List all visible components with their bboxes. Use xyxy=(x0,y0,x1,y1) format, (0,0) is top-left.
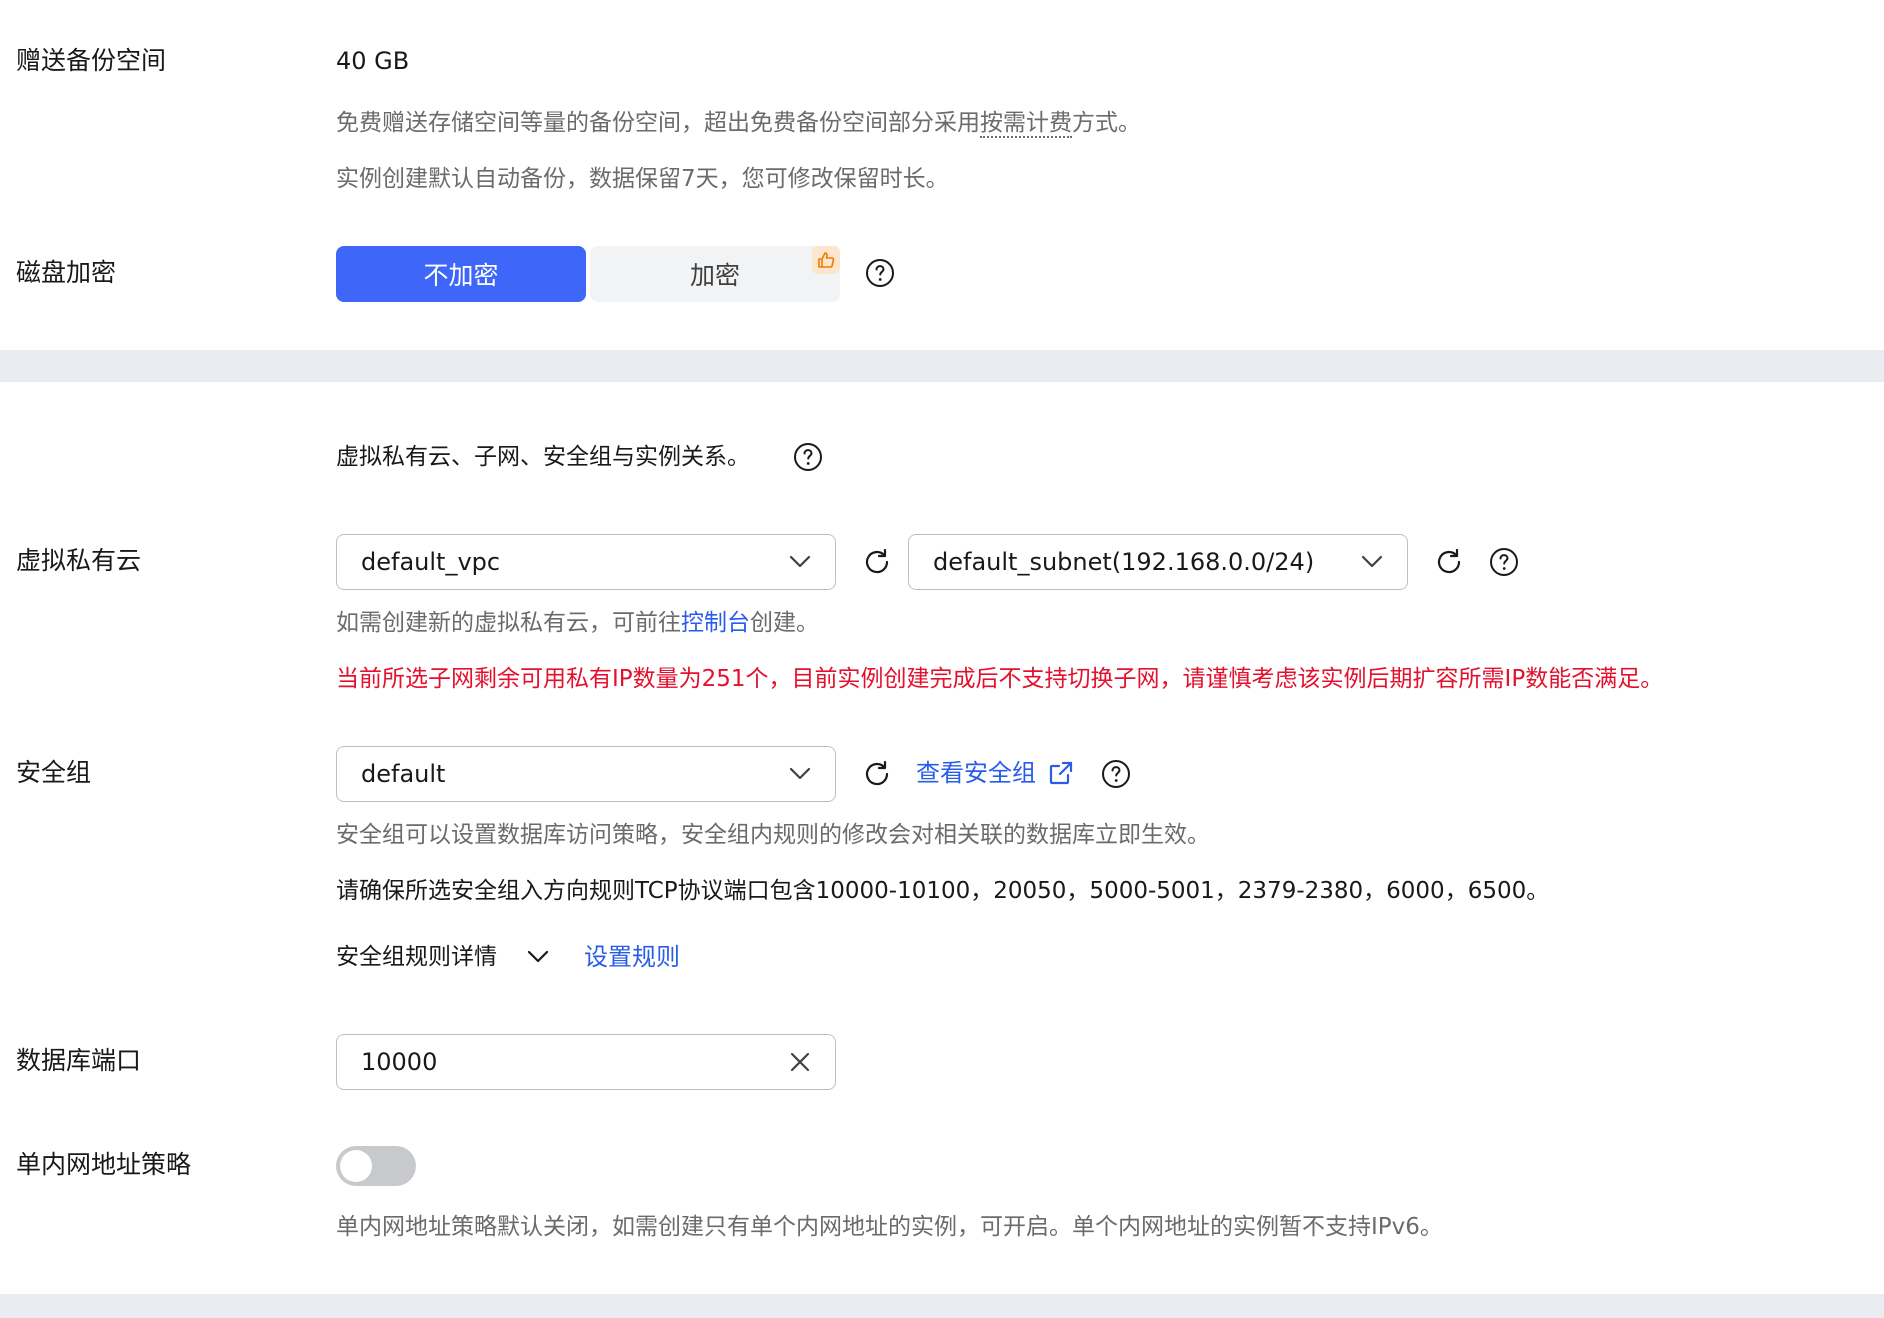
section-divider xyxy=(0,1294,1884,1318)
no-encryption-option[interactable]: 不加密 xyxy=(336,246,586,302)
backup-retention-hint: 实例创建默认自动备份，数据保留7天，您可修改保留时长。 xyxy=(336,166,949,192)
clear-icon[interactable] xyxy=(789,1051,811,1073)
vpc-create-hint: 如需创建新的虚拟私有云，可前往控制台创建。 xyxy=(336,610,819,636)
backup-billing-hint: 免费赠送存储空间等量的备份空间，超出免费备份空间部分采用按需计费方式。 xyxy=(336,110,1141,138)
section-divider xyxy=(0,350,1884,382)
set-rules-link[interactable]: 设置规则 xyxy=(584,942,680,972)
security-group-rules-detail-toggle[interactable]: 安全组规则详情 xyxy=(336,942,549,972)
rules-detail-text: 安全组规则详情 xyxy=(336,944,497,970)
view-security-group-link[interactable]: 查看安全组 xyxy=(916,758,1074,788)
chevron-down-icon xyxy=(789,767,811,781)
refresh-icon[interactable] xyxy=(1433,546,1465,578)
single-ip-hint: 单内网地址策略默认关闭，如需创建只有单个内网地址的实例，可开启。单个内网地址的实… xyxy=(336,1214,1443,1240)
security-group-select[interactable]: default xyxy=(336,746,836,802)
security-group-hint: 安全组可以设置数据库访问策略，安全组内规则的修改会对相关联的数据库立即生效。 xyxy=(336,822,1210,848)
subnet-select-value: default_subnet(192.168.0.0/24) xyxy=(933,548,1315,576)
refresh-icon[interactable] xyxy=(861,758,893,790)
encryption-option[interactable]: 加密 xyxy=(590,246,840,302)
thumbs-up-icon xyxy=(812,246,840,274)
db-port-label: 数据库端口 xyxy=(16,1046,142,1075)
help-icon[interactable] xyxy=(1489,547,1519,577)
external-link-icon xyxy=(1048,760,1074,786)
backup-space-label: 赠送备份空间 xyxy=(16,46,167,75)
refresh-icon[interactable] xyxy=(861,546,893,578)
help-icon[interactable] xyxy=(793,442,823,472)
chevron-down-icon xyxy=(789,555,811,569)
help-icon[interactable] xyxy=(865,258,895,288)
backup-space-value: 40 GB xyxy=(336,47,410,75)
subnet-select[interactable]: default_subnet(192.168.0.0/24) xyxy=(908,534,1408,590)
security-group-label: 安全组 xyxy=(16,758,92,787)
vpc-relation-text: 虚拟私有云、子网、安全组与实例关系。 xyxy=(336,444,750,470)
view-security-group-text: 查看安全组 xyxy=(916,759,1036,787)
ip-warning-text: 当前所选子网剩余可用私有IP数量为251个，目前实例创建完成后不支持切换子网，请… xyxy=(336,666,1664,692)
chevron-down-icon xyxy=(527,950,549,964)
on-demand-billing-link[interactable]: 按需计费 xyxy=(980,110,1072,138)
disk-encryption-label: 磁盘加密 xyxy=(16,258,117,287)
chevron-down-icon xyxy=(1361,555,1383,569)
vpc-select[interactable]: default_vpc xyxy=(336,534,836,590)
toggle-knob xyxy=(340,1150,372,1182)
db-port-input[interactable]: 10000 xyxy=(336,1034,836,1090)
vpc-select-value: default_vpc xyxy=(361,548,501,576)
vpc-label: 虚拟私有云 xyxy=(16,546,142,575)
help-icon[interactable] xyxy=(1101,759,1131,789)
console-link[interactable]: 控制台 xyxy=(681,610,750,636)
db-port-value: 10000 xyxy=(361,1048,438,1076)
security-group-select-value: default xyxy=(361,760,446,788)
single-ip-label: 单内网地址策略 xyxy=(16,1150,192,1179)
security-group-ports-note: 请确保所选安全组入方向规则TCP协议端口包含10000-10100，20050，… xyxy=(336,878,1550,904)
single-ip-toggle[interactable] xyxy=(336,1146,416,1186)
